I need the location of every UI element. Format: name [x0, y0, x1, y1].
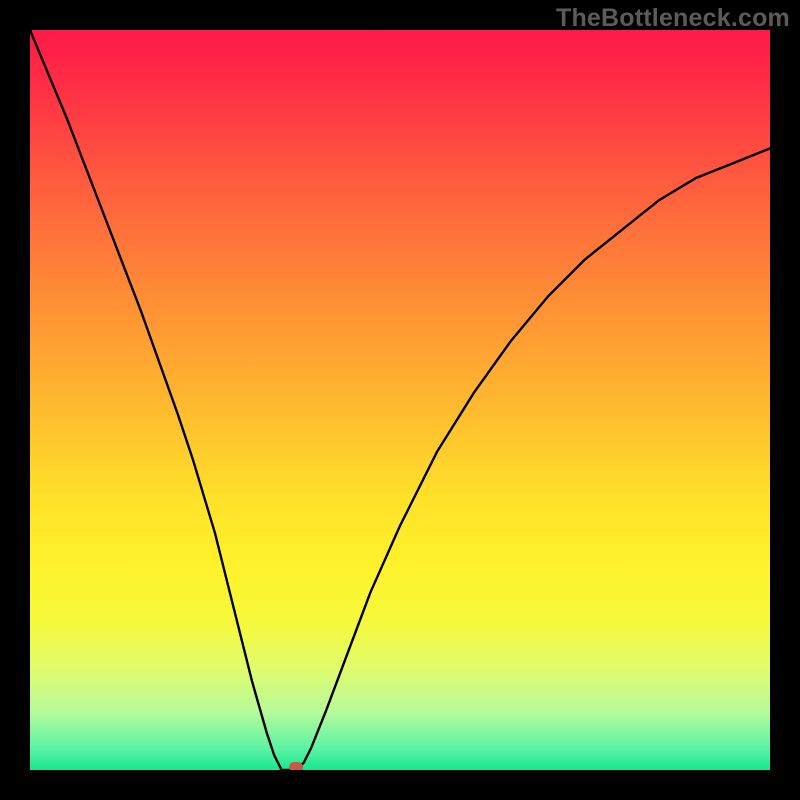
- bottleneck-curve-path: [30, 30, 770, 770]
- plot-area: [30, 30, 770, 770]
- curve-svg: [30, 30, 770, 770]
- minimum-marker: [289, 762, 303, 770]
- chart-frame: TheBottleneck.com: [0, 0, 800, 800]
- watermark-text: TheBottleneck.com: [556, 4, 790, 33]
